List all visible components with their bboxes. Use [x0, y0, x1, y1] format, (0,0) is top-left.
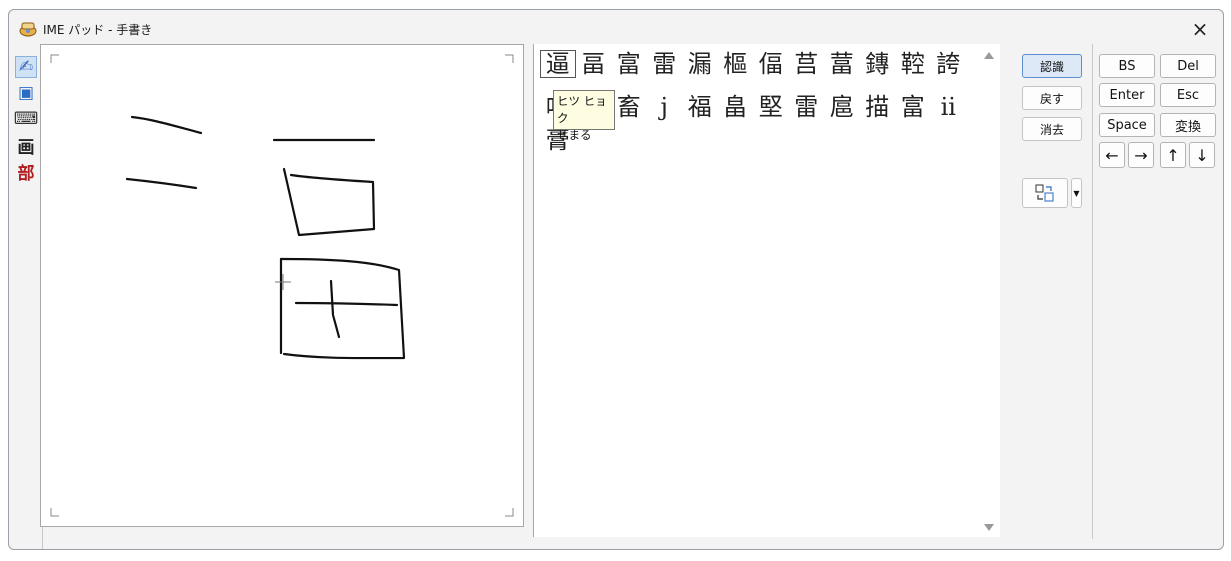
candidate-char[interactable]: 葍: [824, 50, 860, 78]
candidate-char[interactable]: 畠: [718, 93, 754, 121]
candidate-char[interactable]: 莒: [789, 50, 825, 78]
soft-keyboard-tool-icon[interactable]: ⌨: [14, 108, 39, 130]
candidate-char[interactable]: 堅: [753, 93, 789, 121]
candidate-char[interactable]: 雷: [789, 93, 825, 121]
escape-key[interactable]: Esc: [1160, 83, 1216, 107]
right-arrow-key[interactable]: →: [1128, 142, 1154, 168]
ime-pad-icon: [19, 22, 37, 37]
options-dropdown-chevron-icon[interactable]: ▼: [1071, 178, 1082, 208]
stroke-count-tool-icon[interactable]: 画: [15, 134, 37, 158]
canvas-corner-tl: [50, 54, 59, 63]
left-arrow-key[interactable]: ←: [1099, 142, 1125, 168]
recognize-button[interactable]: 認識: [1022, 54, 1082, 78]
candidate-scrollbar[interactable]: [980, 44, 999, 537]
canvas-corner-tr: [505, 54, 514, 63]
candidate-char[interactable]: 福: [682, 93, 718, 121]
candidate-char[interactable]: 富: [895, 93, 931, 121]
candidate-char[interactable]: 逼: [540, 50, 576, 78]
candidate-char[interactable]: 誇: [931, 50, 967, 78]
handwriting-canvas[interactable]: [40, 44, 524, 527]
up-arrow-key[interactable]: ↑: [1160, 142, 1186, 168]
candidate-char[interactable]: 鞚: [895, 50, 931, 78]
convert-key[interactable]: 変換: [1160, 113, 1216, 137]
options-icon: [1035, 184, 1054, 202]
candidate-char[interactable]: 富: [611, 50, 647, 78]
close-button[interactable]: ×: [1177, 10, 1223, 48]
scroll-up-arrow-icon[interactable]: [984, 52, 994, 59]
space-key[interactable]: Space: [1099, 113, 1155, 137]
delete-key[interactable]: Del: [1160, 54, 1216, 78]
keys-divider: [1092, 44, 1093, 539]
candidate-row-1: 逼 畐 富 雷 漏 樞 偪 莒 葍 鏄 鞚 誇: [540, 50, 966, 78]
candidate-char[interactable]: 畐: [576, 50, 612, 78]
window-title: IME パッド - 手書き: [43, 23, 153, 37]
down-arrow-key[interactable]: ↓: [1189, 142, 1215, 168]
backspace-key[interactable]: BS: [1099, 54, 1155, 78]
radical-tool-icon[interactable]: 部: [15, 160, 37, 184]
candidate-char[interactable]: 畜: [611, 93, 647, 121]
candidate-char[interactable]: j: [647, 93, 683, 121]
candidate-char[interactable]: ii: [931, 93, 967, 121]
candidate-char[interactable]: 漏: [682, 50, 718, 78]
candidate-char[interactable]: 偪: [753, 50, 789, 78]
candidate-char[interactable]: 描: [860, 93, 896, 121]
canvas-corner-br: [505, 508, 514, 517]
handwriting-tool-icon[interactable]: ✍: [15, 56, 37, 78]
candidate-reading-tooltip: ヒツ ヒョク せまる: [553, 90, 615, 142]
candidate-char[interactable]: 扈: [824, 93, 860, 121]
title-bar: IME パッド - 手書き ×: [9, 10, 1223, 48]
candidate-char[interactable]: 樞: [718, 50, 754, 78]
options-button[interactable]: [1022, 178, 1068, 208]
clear-button[interactable]: 消去: [1022, 117, 1082, 141]
canvas-corner-bl: [50, 508, 59, 517]
candidate-char[interactable]: 鏄: [860, 50, 896, 78]
character-list-tool-icon[interactable]: ▣: [15, 82, 37, 104]
enter-key[interactable]: Enter: [1099, 83, 1155, 107]
candidate-char[interactable]: 雷: [647, 50, 683, 78]
scroll-down-arrow-icon[interactable]: [984, 524, 994, 531]
handwriting-strokes: [50, 54, 514, 517]
undo-button[interactable]: 戻す: [1022, 86, 1082, 110]
tool-strip: ✍ ▣ ⌨ 画 部: [9, 48, 43, 549]
